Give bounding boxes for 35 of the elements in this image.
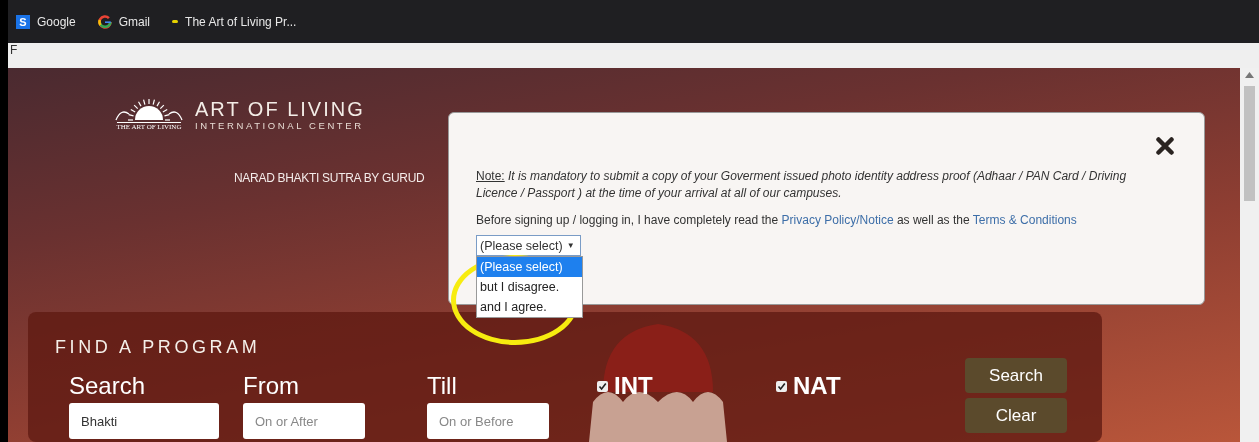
scroll-up-icon[interactable] <box>1245 72 1254 78</box>
bookmark-link[interactable]: The Art of Living Pr... <box>172 14 297 29</box>
logo-subtitle: INTERNATIONAL CENTER <box>195 120 365 131</box>
g-logo-icon <box>97 14 112 29</box>
clear-button[interactable]: Clear <box>965 398 1067 433</box>
logo-title: ART OF LIVING <box>195 98 365 120</box>
checkbox-label: INT <box>614 372 653 400</box>
field-label: Search <box>69 372 146 400</box>
close-icon[interactable] <box>1156 137 1174 155</box>
section-title: FIND A PROGRAM <box>55 337 262 358</box>
consent-dropdown[interactable]: (Please select) ▼ <box>476 235 581 256</box>
checkbox[interactable] <box>597 380 608 392</box>
dropdown-option[interactable]: (Please select) <box>477 257 582 277</box>
favicon-icon <box>172 20 179 23</box>
terms-link[interactable]: Terms & Conditions <box>972 213 1077 227</box>
consent-text: Before signing up / logging in, I have completely read the Privacy Policy/Notice as well as the Terms & Conditions <box>476 212 1078 229</box>
sun-emblem-icon <box>113 98 185 122</box>
field-label: Till <box>427 372 457 400</box>
search-button[interactable]: Search <box>965 358 1067 393</box>
privacy-policy-link[interactable]: Privacy Policy/Notice <box>781 213 894 227</box>
date-field[interactable]: On or After <box>243 403 365 439</box>
dropdown-option[interactable]: but I disagree. <box>477 277 582 297</box>
bookmark-link[interactable]: S Google <box>16 14 76 29</box>
checkbox-label: NAT <box>793 372 841 400</box>
nav-link[interactable]: NARAD BHAKTI SUTRA BY GURUD <box>234 171 425 185</box>
checkbox[interactable] <box>776 380 787 392</box>
note-text: Note: It is mandatory to submit a copy of your Goverment issued photo identity address proof (Adhaar / PAN Card / Driving Licence / Passport ) at the time of your arrival at all of our campuses. <box>476 168 1128 202</box>
scrollbar-thumb[interactable] <box>1244 86 1255 201</box>
bookmark-link[interactable]: Gmail <box>97 14 151 29</box>
dropdown-option[interactable]: and I agree. <box>477 297 582 317</box>
s-logo-icon: S <box>16 14 30 29</box>
date-field[interactable]: On or Before <box>427 403 549 439</box>
field-label: From <box>243 372 299 400</box>
search-field[interactable]: Bhakti <box>69 403 219 439</box>
partial-text: F <box>9 43 18 57</box>
